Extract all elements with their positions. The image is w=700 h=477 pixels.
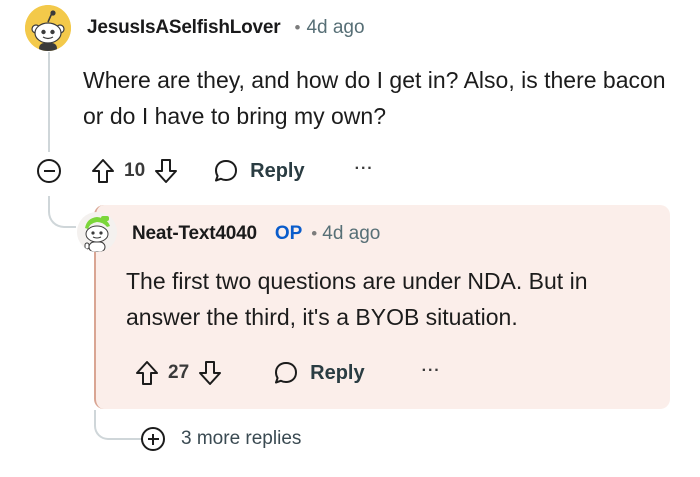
minus-circle-icon [43,170,55,172]
comment-meta: JesusIsASelfishLover • 4d ago [87,15,365,41]
comment-body: Where are they, and how do I get in? Als… [83,67,666,129]
reply-actions: 27 Reply ··· [134,357,441,389]
vote-count: 27 [168,362,190,383]
downvote-button[interactable] [153,157,179,185]
separator-dot: • [311,224,318,243]
upvote-button[interactable] [90,157,116,185]
more-options-button[interactable]: ··· [422,363,441,379]
op-badge: OP [274,223,303,244]
arrow-down-icon [199,361,222,385]
upvote-button[interactable] [134,359,160,387]
thread-connector [48,196,76,228]
speech-bubble-icon [273,360,299,386]
arrow-down-icon [155,159,178,183]
thread-line [48,52,50,152]
reply-button[interactable]: Reply [213,158,305,184]
arrow-up-icon [136,361,158,385]
plus-circle-icon [141,427,165,451]
downvote-button[interactable] [197,359,223,387]
collapse-thread-button[interactable] [37,159,61,183]
comment-actions: 10 Reply ··· [90,155,374,187]
avatar[interactable] [77,212,117,252]
more-options-button[interactable]: ··· [355,161,374,177]
separator-dot: • [294,18,301,37]
username[interactable]: JesusIsASelfishLover [87,17,281,39]
timestamp[interactable]: 4d ago [322,223,380,245]
vote-count: 10 [124,160,146,181]
thread-connector-more [94,410,144,440]
reply-label: Reply [250,159,305,182]
reply-label: Reply [310,361,365,384]
reply-button[interactable]: Reply [273,360,365,386]
more-replies-button[interactable]: 3 more replies [141,427,301,451]
snoo-avatar-icon [77,212,117,252]
timestamp[interactable]: 4d ago [306,17,364,39]
username[interactable]: Neat-Text4040 [132,223,257,245]
snoo-avatar-icon [25,5,71,51]
arrow-up-icon [92,159,114,183]
reply-body: The first two questions are under NDA. B… [126,268,588,330]
avatar[interactable] [25,5,71,51]
more-replies-label: 3 more replies [181,428,302,449]
speech-bubble-icon [213,158,239,184]
reply-meta: Neat-Text4040 OP • 4d ago [132,221,380,247]
